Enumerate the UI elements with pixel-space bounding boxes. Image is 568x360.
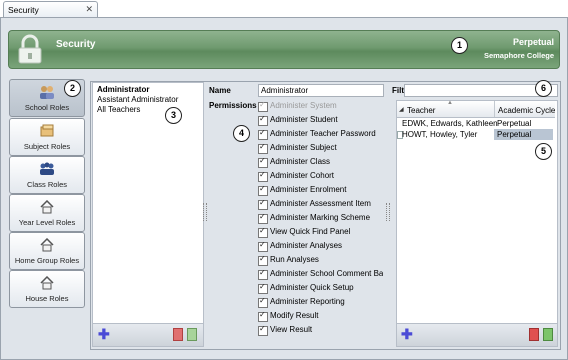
nav-house-roles[interactable]: House Roles <box>9 270 85 308</box>
add-icon[interactable]: ✚ <box>98 327 110 341</box>
nav-class-roles[interactable]: Class Roles <box>9 156 85 194</box>
teacher-cell: HOWT, Howley, Tyler <box>402 130 478 139</box>
splitter-handle[interactable] <box>203 203 207 221</box>
users-icon <box>40 86 54 99</box>
grid-toolbar: ✚ <box>396 323 558 347</box>
header-banner: Security Perpetual Semaphore College <box>8 30 560 69</box>
copy-icon[interactable] <box>187 328 197 341</box>
callout-2: 2 <box>64 80 81 97</box>
grid-header: ◢ ▲ Teacher Academic Cycle <box>397 100 555 118</box>
delete-icon[interactable] <box>529 328 539 341</box>
lock-icon <box>18 34 42 64</box>
house-icon <box>40 200 54 214</box>
nav-year-level-roles[interactable]: Year Level Roles <box>9 194 85 232</box>
column-header-academic-cycle[interactable]: Academic Cycle <box>498 106 555 115</box>
callout-3: 3 <box>165 107 182 124</box>
close-icon[interactable]: ✕ <box>85 4 93 15</box>
nav-label: House Roles <box>25 294 69 303</box>
sort-ascending-icon: ▲ <box>447 100 453 106</box>
callout-4: 4 <box>233 125 250 142</box>
callout-5: 5 <box>535 143 552 160</box>
role-list[interactable]: Administrator Assistant Administrator Al… <box>92 82 204 325</box>
copy-icon[interactable] <box>543 328 553 341</box>
nav-label: Home Group Roles <box>14 256 80 265</box>
permission-checkbox[interactable]: Administer School Comment Banl <box>258 269 383 280</box>
list-item[interactable]: Assistant Administrator <box>97 95 178 104</box>
table-row[interactable]: HOWT, Howley, Tyler Perpetual <box>397 129 555 140</box>
delete-icon[interactable] <box>173 328 183 341</box>
nav-label: Subject Roles <box>23 142 71 151</box>
column-divider <box>494 101 495 117</box>
list-item[interactable]: Administrator <box>97 85 149 94</box>
nav-label: Year Level Roles <box>18 218 76 227</box>
nav-home-group-roles[interactable]: Home Group Roles <box>9 232 85 270</box>
callout-1: 1 <box>451 37 468 54</box>
school-label: Semaphore College <box>483 51 554 60</box>
role-list-toolbar: ✚ <box>92 323 204 347</box>
nav-subject-roles[interactable]: Subject Roles <box>9 118 85 156</box>
books-icon <box>40 124 54 137</box>
row-indicator-icon: ◢ <box>399 107 404 113</box>
list-item[interactable]: All Teachers <box>97 105 140 114</box>
house-icon <box>40 276 54 290</box>
teacher-cell: EDWK, Edwards, Kathleen <box>402 119 498 128</box>
security-tab[interactable]: Security ✕ <box>3 1 98 18</box>
splitter-handle[interactable] <box>386 203 390 221</box>
nav-label: School Roles <box>24 103 70 112</box>
name-field[interactable]: Administrator <box>258 84 384 97</box>
tab-title: Security <box>8 5 39 15</box>
house-icon <box>40 238 54 252</box>
nav-label: Class Roles <box>26 180 67 189</box>
cycle-label: Perpetual <box>512 37 554 47</box>
column-header-teacher[interactable]: Teacher <box>407 106 435 115</box>
cycle-cell: Perpetual <box>497 130 532 139</box>
permissions-label: Permissions <box>209 101 257 110</box>
cycle-cell: Perpetual <box>497 119 532 128</box>
callout-6: 6 <box>535 80 552 97</box>
people-icon <box>40 162 54 175</box>
add-icon[interactable]: ✚ <box>401 327 413 341</box>
table-row[interactable]: EDWK, Edwards, Kathleen Perpetual <box>397 118 555 129</box>
name-label: Name <box>209 86 231 95</box>
page-title: Security <box>56 39 96 50</box>
